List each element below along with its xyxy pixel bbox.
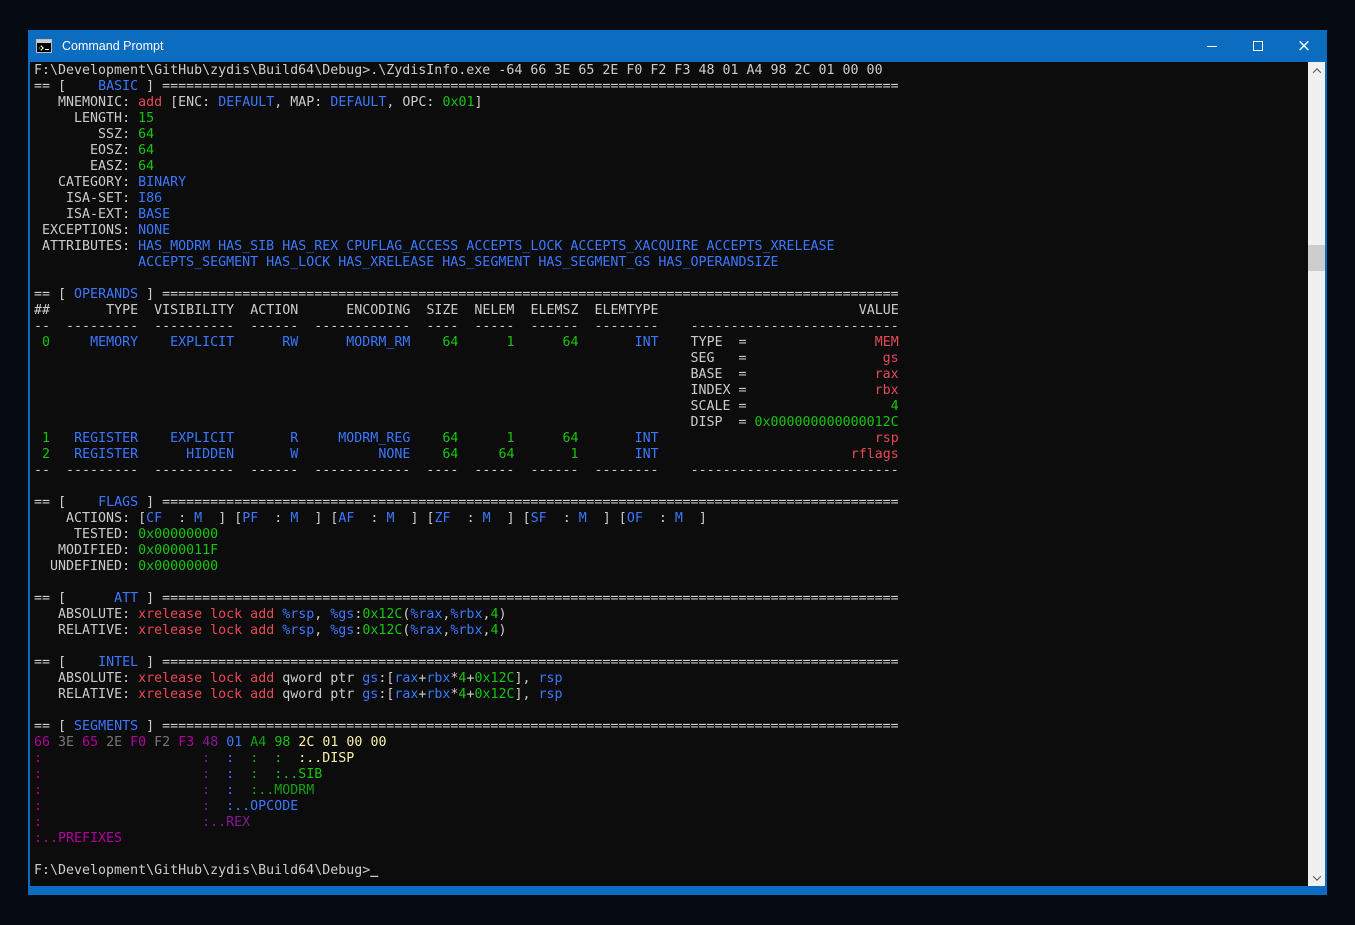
terminal-line: ABSOLUTE: xrelease lock add qword ptr gs… [34, 671, 1308, 687]
terminal-line: LENGTH: 15 [34, 111, 1308, 127]
terminal-line: ISA-EXT: BASE [34, 207, 1308, 223]
terminal-line [34, 703, 1308, 719]
terminal-line: : : : : : :..DISP [34, 751, 1308, 767]
terminal-line: == [ SEGMENTS ] ========================… [34, 719, 1308, 735]
caption-buttons: × [1189, 30, 1327, 62]
terminal-line: INDEX = rbx [34, 383, 1308, 399]
minimize-button[interactable] [1189, 30, 1235, 62]
close-icon: × [1297, 38, 1311, 55]
terminal-line: 1 REGISTER EXPLICIT R MODRM_REG 64 1 64 … [34, 431, 1308, 447]
terminal-line [34, 479, 1308, 495]
terminal-line: ISA-SET: I86 [34, 191, 1308, 207]
maximize-button[interactable] [1235, 30, 1281, 62]
terminal-line: CATEGORY: BINARY [34, 175, 1308, 191]
scroll-down-button[interactable] [1308, 869, 1325, 886]
titlebar[interactable]: Command Prompt × [28, 30, 1327, 62]
terminal-line: ABSOLUTE: xrelease lock add %rsp, %gs:0x… [34, 607, 1308, 623]
cmd-icon [36, 39, 52, 53]
terminal-line [34, 847, 1308, 863]
terminal-line: MNEMONIC: add [ENC: DEFAULT, MAP: DEFAUL… [34, 95, 1308, 111]
terminal-line: == [ OPERANDS ] ========================… [34, 287, 1308, 303]
terminal-line: DISP = 0x000000000000012C [34, 415, 1308, 431]
terminal-line: -- --------- ---------- ------ ---------… [34, 319, 1308, 335]
chevron-up-icon [1312, 68, 1320, 76]
window-title: Command Prompt [62, 39, 1189, 53]
terminal-line: EASZ: 64 [34, 159, 1308, 175]
terminal-line: == [ BASIC ] ===========================… [34, 79, 1308, 95]
terminal-line: ACCEPTS_SEGMENT HAS_LOCK HAS_XRELEASE HA… [34, 255, 1308, 271]
terminal-line: 0 MEMORY EXPLICIT RW MODRM_RM 64 1 64 IN… [34, 335, 1308, 351]
terminal-line [34, 271, 1308, 287]
terminal-line: : : : :..MODRM [34, 783, 1308, 799]
command-prompt-window: Command Prompt × F:\Development\GitHub\z… [28, 30, 1327, 895]
terminal-line: ## TYPE VISIBILITY ACTION ENCODING SIZE … [34, 303, 1308, 319]
scroll-thumb[interactable] [1308, 245, 1325, 271]
cmd-icon-titlebar [37, 40, 51, 43]
terminal-line: SSZ: 64 [34, 127, 1308, 143]
terminal-line: -- --------- ---------- ------ ---------… [34, 463, 1308, 479]
terminal-line: F:\Development\GitHub\zydis\Build64\Debu… [34, 863, 1308, 879]
terminal-line: MODIFIED: 0x0000011F [34, 543, 1308, 559]
terminal-line: RELATIVE: xrelease lock add %rsp, %gs:0x… [34, 623, 1308, 639]
scrollbar[interactable] [1308, 62, 1325, 886]
terminal-line: ACTIONS: [CF : M ] [PF : M ] [AF : M ] [… [34, 511, 1308, 527]
chevron-down-icon [1312, 872, 1320, 880]
terminal-line [34, 639, 1308, 655]
terminal-line: SCALE = 4 [34, 399, 1308, 415]
terminal-line: EXCEPTIONS: NONE [34, 223, 1308, 239]
terminal-line: UNDEFINED: 0x00000000 [34, 559, 1308, 575]
terminal-line: == [ FLAGS ] ===========================… [34, 495, 1308, 511]
terminal-line: RELATIVE: xrelease lock add qword ptr gs… [34, 687, 1308, 703]
terminal-line [34, 575, 1308, 591]
terminal-line: : : :..OPCODE [34, 799, 1308, 815]
terminal-line: 66 3E 65 2E F0 F2 F3 48 01 A4 98 2C 01 0… [34, 735, 1308, 751]
terminal-line: :..PREFIXES [34, 831, 1308, 847]
terminal-line: F:\Development\GitHub\zydis\Build64\Debu… [34, 63, 1308, 79]
scroll-up-button[interactable] [1308, 62, 1325, 79]
minimize-icon [1207, 46, 1217, 47]
cmd-icon-prompt-chevron [38, 45, 44, 51]
terminal-line: : :..REX [34, 815, 1308, 831]
terminal-line: == [ INTEL ] ===========================… [34, 655, 1308, 671]
maximize-icon [1253, 41, 1263, 51]
terminal-line: EOSZ: 64 [34, 143, 1308, 159]
terminal-line: == [ ATT ] =============================… [34, 591, 1308, 607]
terminal-line: TESTED: 0x00000000 [34, 527, 1308, 543]
terminal-line: 2 REGISTER HIDDEN W NONE 64 64 1 INT rfl… [34, 447, 1308, 463]
close-button[interactable]: × [1281, 30, 1327, 62]
terminal-output[interactable]: F:\Development\GitHub\zydis\Build64\Debu… [30, 62, 1308, 886]
terminal-line: ATTRIBUTES: HAS_MODRM HAS_SIB HAS_REX CP… [34, 239, 1308, 255]
console[interactable]: F:\Development\GitHub\zydis\Build64\Debu… [30, 62, 1325, 886]
terminal-line: : : : : :..SIB [34, 767, 1308, 783]
cmd-icon-cursor [45, 49, 49, 50]
terminal-line: SEG = gs [34, 351, 1308, 367]
terminal-line: BASE = rax [34, 367, 1308, 383]
